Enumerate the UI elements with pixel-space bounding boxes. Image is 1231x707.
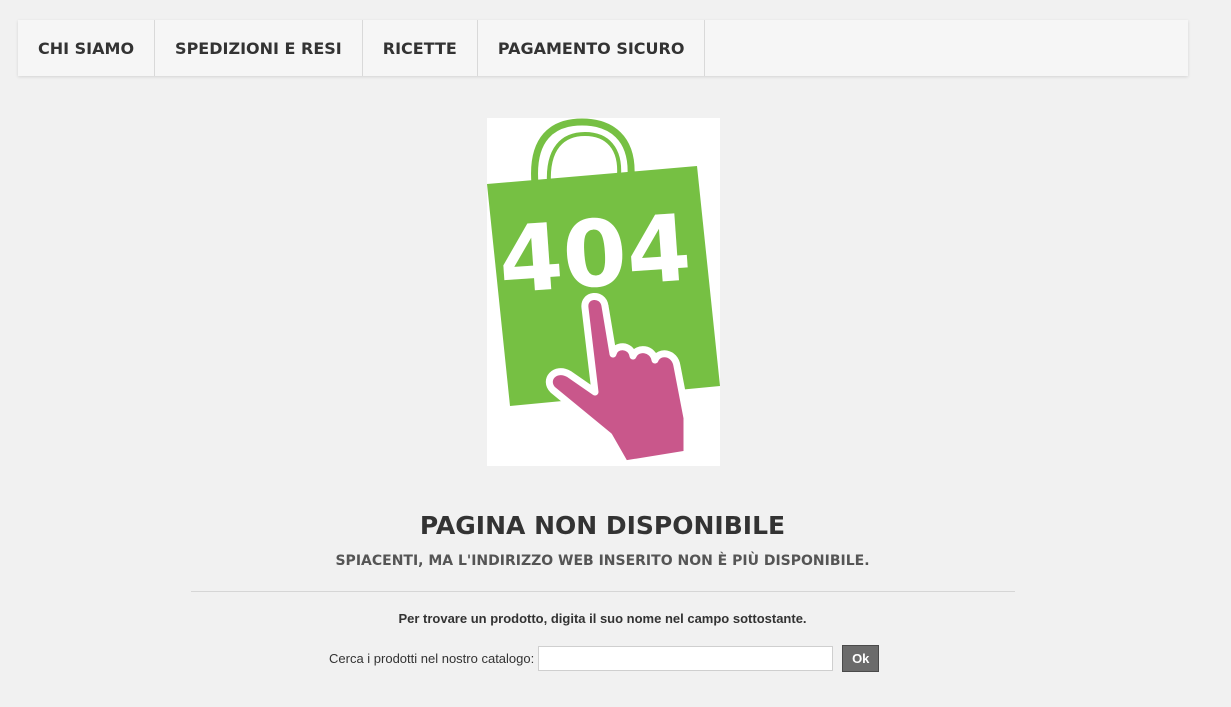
search-form: Cerca i prodotti nel nostro catalogo: Ok xyxy=(329,645,880,672)
nav-item-spedizioni-e-resi[interactable]: SPEDIZIONI E RESI xyxy=(155,20,363,76)
nav-item-pagamento-sicuro[interactable]: PAGAMENTO SICURO xyxy=(478,20,706,76)
page-title: PAGINA NON DISPONIBILE xyxy=(419,511,786,540)
nav-item-chi-siamo[interactable]: CHI SIAMO xyxy=(18,20,156,76)
page-subtitle: SPIACENTI, MA L'INDIRIZZO WEB INSERITO N… xyxy=(335,553,870,569)
top-navigation: CHI SIAMO SPEDIZIONI E RESI RICETTE PAGA… xyxy=(18,20,1188,76)
divider xyxy=(191,591,1015,592)
nav-item-ricette[interactable]: RICETTE xyxy=(363,20,478,76)
search-hint: Per trovare un prodotto, digita il suo n… xyxy=(398,611,807,626)
pointing-hand-icon xyxy=(545,293,691,466)
search-input[interactable] xyxy=(538,646,834,671)
page: CHI SIAMO SPEDIZIONI E RESI RICETTE PAGA… xyxy=(0,0,1231,707)
search-ok-button[interactable]: Ok xyxy=(842,645,880,672)
error-404-illustration: 404 xyxy=(487,118,720,466)
search-label: Cerca i prodotti nel nostro catalogo: xyxy=(329,651,535,666)
